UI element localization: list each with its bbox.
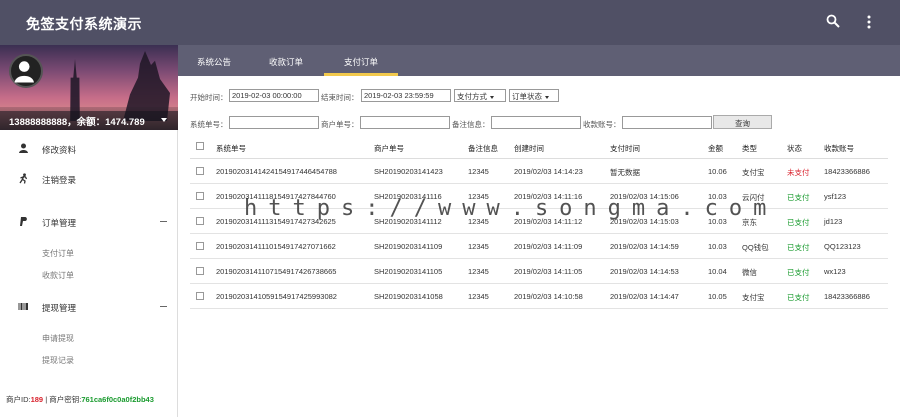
sidebar-item-profile[interactable]: 修改资料 <box>0 139 178 159</box>
tab-bar: 系统公告 收款订单 支付订单 <box>178 45 900 76</box>
column-header: 状态 <box>787 144 802 153</box>
watermark-text: https://www.songma.com <box>244 196 778 221</box>
user-balance-text: 13888888888，余额：1474.789 <box>9 117 145 128</box>
app-title: 免签支付系统演示 <box>26 16 142 32</box>
sidebar-item-label: 订单管理 <box>42 218 77 228</box>
sidebar-item-logout[interactable]: 注销登录 <box>0 169 178 189</box>
row-checkbox[interactable] <box>196 292 204 300</box>
account-label: 收款账号： <box>583 120 621 129</box>
tab-receive-orders[interactable]: 收款订单 <box>260 45 312 76</box>
merchant-no-label: 商户单号： <box>321 120 359 129</box>
start-time-input[interactable] <box>229 89 319 102</box>
top-bar: 免签支付系统演示 <box>0 0 900 45</box>
column-header: 类型 <box>742 144 757 153</box>
row-checkbox[interactable] <box>196 192 204 200</box>
merchant-key: 761ca6f0c0a0f2bb43 <box>81 395 154 404</box>
merchant-footer: 商户ID:189 | 商户密钥:761ca6f0c0a0f2bb43 <box>6 395 154 404</box>
barcode-icon <box>18 303 28 310</box>
column-header: 收款账号 <box>824 144 854 153</box>
account-input[interactable] <box>622 116 712 129</box>
status-badge: 已支付 <box>787 193 810 202</box>
select-all-checkbox[interactable] <box>196 142 204 150</box>
order-status-select[interactable]: 订单状态 <box>509 89 559 102</box>
status-badge: 未支付 <box>787 168 810 177</box>
running-man-icon <box>19 173 28 184</box>
sidebar-subitem-withdraw-records[interactable]: 提现记录 <box>42 355 74 366</box>
sidebar-item-label: 注销登录 <box>42 175 77 185</box>
tab-pay-orders[interactable]: 支付订单 <box>324 45 398 76</box>
sidebar: 13888888888，余额：1474.789 修改资料 注销登录 订单管理 支… <box>0 45 178 417</box>
table-row[interactable]: 20190203141110154917427071662 SH20190203… <box>190 234 888 259</box>
table-row[interactable]: 20190203141107154917426738665 SH20190203… <box>190 259 888 284</box>
person-icon <box>19 143 28 153</box>
table-header: 系统单号 商户单号 备注信息 创建时间 支付时间 金额 类型 状态 收款账号 <box>190 137 888 159</box>
filter-area: 开始时间： 结束时间： 支付方式 订单状态 系统单号： 商户单号： 备注信息： … <box>178 76 900 136</box>
column-header: 商户单号 <box>374 144 404 153</box>
table-row[interactable]: 20190203141424154917446454788 SH20190203… <box>190 159 888 184</box>
column-header: 创建时间 <box>514 144 544 153</box>
sidebar-subitem-receive-orders[interactable]: 收款订单 <box>42 270 74 281</box>
row-checkbox[interactable] <box>196 167 204 175</box>
remark-input[interactable] <box>491 116 581 129</box>
table-row[interactable]: 20190203141059154917425993082 SH20190203… <box>190 284 888 309</box>
remark-label: 备注信息： <box>452 120 490 129</box>
sidebar-item-orders[interactable]: 订单管理 <box>0 212 178 232</box>
chevron-down-icon <box>490 95 494 99</box>
collapse-icon[interactable] <box>160 221 167 222</box>
end-time-label: 结束时间： <box>321 93 359 102</box>
sys-no-label: 系统单号： <box>190 120 228 129</box>
sidebar-item-label: 提现管理 <box>42 303 77 313</box>
start-time-label: 开始时间： <box>190 93 228 102</box>
sidebar-item-withdraw[interactable]: 提现管理 <box>0 297 178 317</box>
column-header: 金额 <box>708 144 723 153</box>
row-checkbox[interactable] <box>196 217 204 225</box>
status-badge: 已支付 <box>787 218 810 227</box>
tab-announcement[interactable]: 系统公告 <box>188 45 240 76</box>
query-button[interactable]: 查询 <box>713 115 772 129</box>
merchant-no-input[interactable] <box>360 116 450 129</box>
collapse-icon[interactable] <box>160 306 167 307</box>
status-badge: 已支付 <box>787 243 810 252</box>
paypal-icon <box>20 217 27 226</box>
search-icon[interactable] <box>826 14 840 28</box>
row-checkbox[interactable] <box>196 267 204 275</box>
user-icon <box>14 61 34 83</box>
merchant-id: 189 <box>30 395 44 404</box>
caret-down-icon <box>161 118 167 122</box>
avatar[interactable] <box>9 54 43 88</box>
chevron-down-icon <box>545 95 549 99</box>
sidebar-subitem-pay-orders[interactable]: 支付订单 <box>42 248 74 259</box>
column-header: 支付时间 <box>610 144 640 153</box>
sidebar-subitem-apply-withdraw[interactable]: 申请提现 <box>42 333 74 344</box>
end-time-input[interactable] <box>361 89 451 102</box>
pay-method-select[interactable]: 支付方式 <box>454 89 506 102</box>
user-balance-dropdown[interactable]: 13888888888，余额：1474.789 <box>0 111 178 130</box>
status-badge: 已支付 <box>787 293 810 302</box>
sys-no-input[interactable] <box>229 116 319 129</box>
profile-banner: 13888888888，余额：1474.789 <box>0 45 178 130</box>
status-badge: 已支付 <box>787 268 810 277</box>
sidebar-item-label: 修改资料 <box>42 145 77 155</box>
column-header: 备注信息 <box>468 144 498 153</box>
row-checkbox[interactable] <box>196 242 204 250</box>
column-header: 系统单号 <box>216 144 246 153</box>
more-vertical-icon[interactable] <box>864 14 874 30</box>
orders-table: 系统单号 商户单号 备注信息 创建时间 支付时间 金额 类型 状态 收款账号 2… <box>190 137 888 309</box>
